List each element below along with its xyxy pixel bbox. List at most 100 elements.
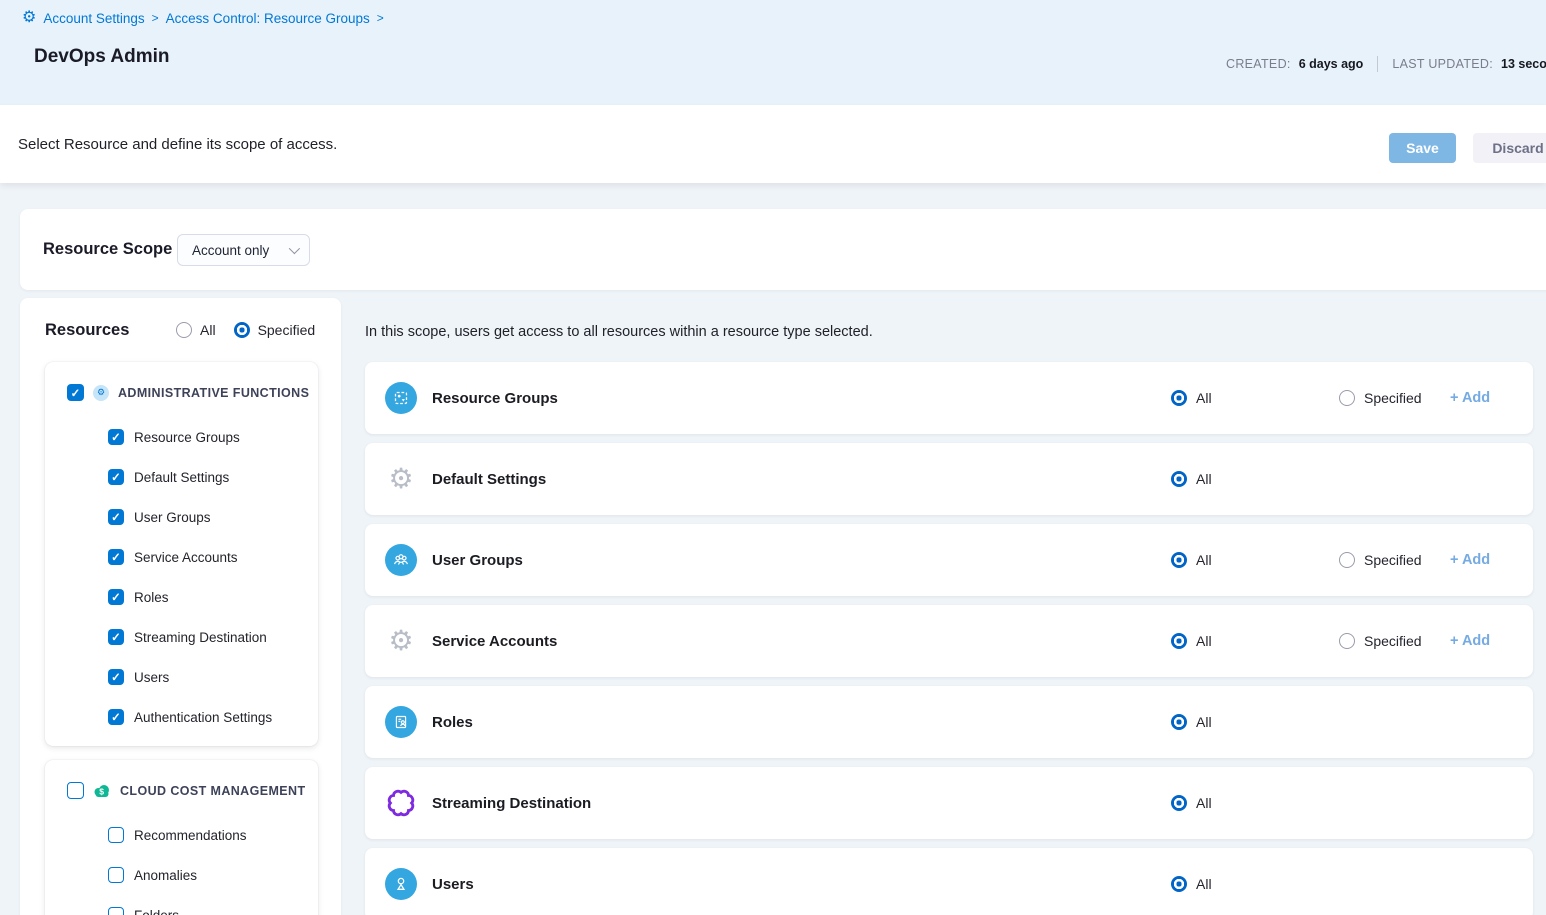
- sidebar-item-user-groups[interactable]: User Groups: [45, 497, 318, 537]
- checkbox[interactable]: [108, 469, 124, 485]
- resources-radio-all[interactable]: All: [176, 322, 216, 338]
- resource-groups-icon: [385, 382, 417, 414]
- resource-row-streaming-destination: Streaming Destination All: [365, 767, 1533, 839]
- user-groups-icon: [385, 544, 417, 576]
- row-radio-all[interactable]: All: [1171, 362, 1212, 434]
- row-radio-all[interactable]: All: [1171, 848, 1212, 915]
- row-title: Streaming Destination: [432, 767, 591, 839]
- row-radio-specified[interactable]: Specified: [1339, 362, 1422, 434]
- row-radio-all[interactable]: All: [1171, 767, 1212, 839]
- sidebar-item-streaming-destination[interactable]: Streaming Destination: [45, 617, 318, 657]
- group-cloud-cost-management: $ CLOUD COST MANAGEMENT Recommendations …: [45, 760, 318, 915]
- radio-specified-label: Specified: [1364, 552, 1422, 568]
- settings-gear-icon: ⚙: [388, 627, 413, 655]
- resource-scope-dropdown[interactable]: Account only: [177, 234, 310, 266]
- radio-icon[interactable]: [1171, 876, 1187, 892]
- group-items: Recommendations Anomalies Folders: [45, 815, 318, 915]
- radio-icon[interactable]: [1339, 552, 1355, 568]
- header-band: ⚙ Account Settings > Access Control: Res…: [0, 0, 1546, 105]
- checkbox[interactable]: [108, 509, 124, 525]
- sidebar-item-label: Service Accounts: [134, 550, 238, 565]
- sidebar-item-label: User Groups: [134, 510, 211, 525]
- resources-header: Resources All Specified: [20, 298, 341, 362]
- breadcrumb-resource-groups[interactable]: Access Control: Resource Groups: [166, 11, 370, 26]
- row-radio-all[interactable]: All: [1171, 605, 1212, 677]
- group-header-admin[interactable]: ⚙ ADMINISTRATIVE FUNCTIONS: [45, 362, 318, 401]
- sidebar-item-label: Anomalies: [134, 868, 197, 883]
- row-radio-all[interactable]: All: [1171, 443, 1212, 515]
- checkbox[interactable]: [108, 827, 124, 843]
- save-button[interactable]: Save: [1389, 133, 1456, 163]
- sidebar-item-label: Roles: [134, 590, 169, 605]
- radio-icon[interactable]: [1171, 714, 1187, 730]
- resource-row-default-settings: ⚙ Default Settings All: [365, 443, 1533, 515]
- radio-icon[interactable]: [1339, 633, 1355, 649]
- radio-specified-label: Specified: [258, 322, 316, 338]
- chevron-down-icon: [289, 243, 300, 254]
- group-items: Resource Groups Default Settings User Gr…: [45, 417, 318, 737]
- radio-icon[interactable]: [1171, 552, 1187, 568]
- row-title: Service Accounts: [432, 605, 557, 677]
- discard-button[interactable]: Discard: [1473, 133, 1546, 163]
- instruction-text: Select Resource and define its scope of …: [18, 105, 337, 183]
- sidebar-item-anomalies[interactable]: Anomalies: [45, 855, 318, 895]
- checkbox[interactable]: [108, 867, 124, 883]
- resource-row-roles: Roles All: [365, 686, 1533, 758]
- sidebar-item-label: Streaming Destination: [134, 630, 267, 645]
- checkbox[interactable]: [108, 709, 124, 725]
- radio-icon[interactable]: [234, 322, 250, 338]
- divider: [1377, 56, 1378, 72]
- radio-icon[interactable]: [1171, 471, 1187, 487]
- radio-icon[interactable]: [176, 322, 192, 338]
- radio-icon[interactable]: [1171, 390, 1187, 406]
- row-radio-specified[interactable]: Specified: [1339, 605, 1422, 677]
- resources-radio-specified[interactable]: Specified: [234, 322, 316, 338]
- add-button[interactable]: + Add: [1450, 524, 1490, 596]
- streaming-destination-icon: [386, 788, 416, 818]
- radio-all-label: All: [1196, 471, 1212, 487]
- group-header-ccm[interactable]: $ CLOUD COST MANAGEMENT: [45, 760, 318, 799]
- group-checkbox[interactable]: [67, 782, 84, 799]
- group-label: CLOUD COST MANAGEMENT: [120, 784, 305, 798]
- sidebar-item-resource-groups[interactable]: Resource Groups: [45, 417, 318, 457]
- svg-text:$: $: [99, 786, 104, 796]
- group-administrative-functions: ⚙ ADMINISTRATIVE FUNCTIONS Resource Grou…: [45, 362, 318, 746]
- group-checkbox[interactable]: [67, 384, 84, 401]
- sidebar-item-label: Recommendations: [134, 828, 247, 843]
- sidebar-item-users[interactable]: Users: [45, 657, 318, 697]
- checkbox[interactable]: [108, 429, 124, 445]
- chevron-right-icon: >: [377, 11, 384, 25]
- radio-all-label: All: [1196, 876, 1212, 892]
- sidebar-item-folders[interactable]: Folders: [45, 895, 318, 915]
- checkbox[interactable]: [108, 589, 124, 605]
- radio-icon[interactable]: [1339, 390, 1355, 406]
- resource-scope-card: Resource Scope Account only: [20, 209, 1546, 290]
- sidebar-item-label: Authentication Settings: [134, 710, 272, 725]
- resource-row-service-accounts: ⚙ Service Accounts All Specified + Add: [365, 605, 1533, 677]
- row-radio-all[interactable]: All: [1171, 524, 1212, 596]
- row-radio-all[interactable]: All: [1171, 686, 1212, 758]
- cloud-cost-icon: $: [93, 784, 111, 798]
- sidebar-item-recommendations[interactable]: Recommendations: [45, 815, 318, 855]
- created-value: 6 days ago: [1299, 57, 1364, 71]
- radio-specified-label: Specified: [1364, 390, 1422, 406]
- checkbox[interactable]: [108, 669, 124, 685]
- sidebar-item-authentication-settings[interactable]: Authentication Settings: [45, 697, 318, 737]
- add-button[interactable]: + Add: [1450, 605, 1490, 677]
- checkbox[interactable]: [108, 629, 124, 645]
- radio-icon[interactable]: [1171, 633, 1187, 649]
- checkbox[interactable]: [108, 907, 124, 915]
- row-radio-specified[interactable]: Specified: [1339, 524, 1422, 596]
- sidebar-item-roles[interactable]: Roles: [45, 577, 318, 617]
- chevron-right-icon: >: [152, 11, 159, 25]
- sidebar-item-default-settings[interactable]: Default Settings: [45, 457, 318, 497]
- users-icon: [385, 868, 417, 900]
- add-button[interactable]: + Add: [1450, 362, 1490, 434]
- radio-icon[interactable]: [1171, 795, 1187, 811]
- last-updated-label: LAST UPDATED:: [1392, 57, 1493, 71]
- resource-row-resource-groups: Resource Groups All Specified + Add: [365, 362, 1533, 434]
- settings-gear-icon: ⚙: [388, 465, 413, 493]
- breadcrumb-account-settings[interactable]: Account Settings: [43, 11, 144, 26]
- checkbox[interactable]: [108, 549, 124, 565]
- sidebar-item-service-accounts[interactable]: Service Accounts: [45, 537, 318, 577]
